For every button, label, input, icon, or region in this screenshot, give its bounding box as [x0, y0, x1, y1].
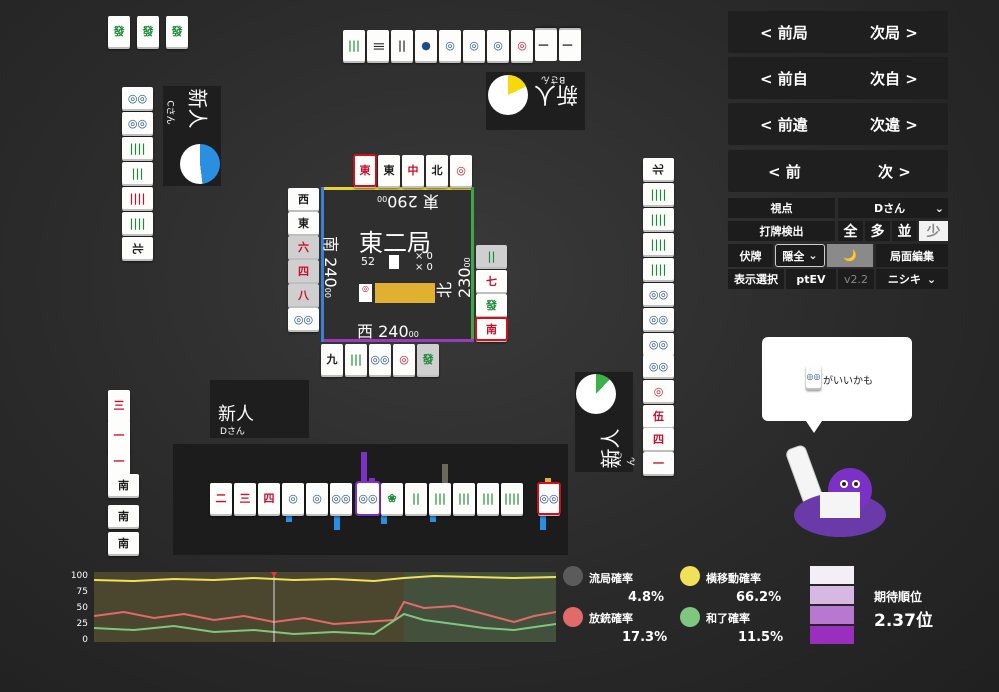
chevron-down-icon: ⌄ [926, 272, 937, 286]
hand-tile[interactable]: 四 [258, 483, 280, 514]
player-rank: 新人 [218, 404, 254, 425]
discard-detect-label: 打牌検出 [728, 221, 835, 241]
prev-self-button[interactable]: < 前自 [760, 68, 808, 89]
stick-icon [389, 255, 399, 269]
hand-tile[interactable]: |||| [501, 483, 523, 514]
hint-text: がいいかも [823, 376, 873, 387]
expected-rank-label: 期待順位 [874, 590, 923, 604]
hidden-tiles-select[interactable]: 隠全 ⌄ [775, 244, 825, 267]
draw-legend-icon [563, 566, 583, 586]
dark-mode-toggle[interactable]: 🌙 [827, 244, 873, 267]
tiles-left: 52 [361, 255, 375, 268]
version-label: v2.2 [838, 269, 874, 289]
next-button[interactable]: 次 > [878, 161, 911, 182]
prev-diff-button[interactable]: < 前違 [760, 114, 808, 135]
meld-tile: 發 [137, 16, 159, 47]
chevron-down-icon: ⌄ [934, 201, 944, 215]
score-top: 東 29000 [377, 192, 439, 211]
score-right: 北 23000 [435, 257, 474, 298]
hand-tile-selected[interactable]: ◎◎ [355, 481, 381, 516]
graph-y-axis: 100 75 50 25 0 [70, 571, 88, 645]
hint-bubble-tail [806, 421, 822, 433]
drawn-tile[interactable]: ◎◎ [537, 482, 561, 515]
round-nav: < 前局 次局 > [728, 11, 948, 53]
discard-option-all[interactable]: 全 [838, 221, 863, 241]
move-value: 66.2% [736, 590, 782, 605]
discard-option-few[interactable]: 少 [919, 221, 948, 241]
win-legend-icon [680, 607, 700, 627]
player-card-right: 新人 Aさん [575, 372, 637, 472]
hand-tile[interactable]: ||| [477, 483, 499, 514]
player-name: Dさん [220, 427, 245, 437]
expected-rank-value: 2.37位 [874, 611, 933, 631]
deal-in-label: 放銃確率 [589, 612, 633, 625]
rank-pie [576, 374, 616, 414]
hand-tile[interactable]: ||| [453, 483, 475, 514]
draw-label: 流局確率 [589, 572, 633, 585]
hint-bubble: ◎◎ がいいかも [762, 337, 912, 421]
self-nav: < 前自 次自 > [728, 57, 948, 99]
diff-nav: < 前違 次違 > [728, 103, 948, 145]
probability-graph[interactable] [94, 572, 556, 642]
draw-value: 4.8% [628, 590, 665, 605]
player-name: Cさん [164, 100, 175, 125]
deal-in-value: 17.3% [622, 630, 668, 645]
move-label: 横移動確率 [706, 572, 761, 585]
hand-tile[interactable]: ◎ [282, 483, 304, 514]
model-select[interactable]: ニシキ ⌄ [876, 269, 948, 289]
rank-pie-fill [488, 75, 528, 115]
discard-option-normal[interactable]: 並 [892, 221, 917, 241]
win-value: 11.5% [738, 630, 784, 645]
viewpoint-label: 視点 [728, 198, 835, 218]
hand-tile[interactable]: ◎ [306, 483, 328, 514]
player-name: Bさん [541, 74, 566, 84]
hidden-tiles-label: 伏牌 [728, 244, 773, 267]
score-left: 南 24000 [320, 236, 340, 298]
player-card-top: 新人 Bさん [486, 72, 585, 130]
mascot-icon [786, 445, 886, 537]
prev-button[interactable]: < 前 [768, 161, 801, 182]
display-select-label: 表示選択 [728, 269, 784, 289]
display-value[interactable]: ptEV [786, 269, 836, 289]
center-board: 東 29000 東二局 52 × 0 × 0 ◎ 西 24000 南 24000… [321, 187, 474, 342]
meld-tile: 發 [166, 16, 188, 47]
prev-round-button[interactable]: < 前局 [760, 22, 808, 43]
move-legend-icon [680, 566, 700, 586]
hand-tile[interactable]: 三 [234, 483, 256, 514]
hand-tile[interactable]: ◎◎ [330, 483, 352, 514]
viewpoint-select[interactable]: Dさん ⌄ [838, 198, 948, 218]
next-round-button[interactable]: 次局 > [870, 22, 918, 43]
score-bottom: 西 24000 [357, 322, 419, 341]
rank-pie [180, 144, 220, 184]
moon-icon: 🌙 [843, 249, 857, 262]
hand-tile[interactable]: || [405, 483, 427, 514]
dora-indicator: ◎ [359, 284, 372, 302]
hand-tile[interactable]: 二 [210, 483, 232, 514]
player-card-left: 新人 Cさん [163, 86, 221, 186]
hand-tile[interactable]: ||| [429, 483, 451, 514]
meld-tile: 發 [108, 16, 130, 47]
hand-tile[interactable]: ❀ [381, 483, 403, 514]
chevron-down-icon: ⌄ [808, 249, 818, 262]
player-name: Aさん [614, 450, 637, 466]
step-nav: < 前 次 > [728, 150, 948, 192]
edit-position-button[interactable]: 局面編集 [876, 244, 948, 267]
win-label: 和了確率 [706, 612, 750, 625]
player-card-bottom: 新人 Dさん [210, 380, 309, 438]
next-self-button[interactable]: 次自 > [870, 68, 918, 89]
next-diff-button[interactable]: 次違 > [870, 114, 918, 135]
deal-in-legend-icon [563, 607, 583, 627]
dead-wall [375, 283, 435, 303]
player-rank: 新人 [185, 88, 210, 129]
discard-option-many[interactable]: 多 [865, 221, 890, 241]
